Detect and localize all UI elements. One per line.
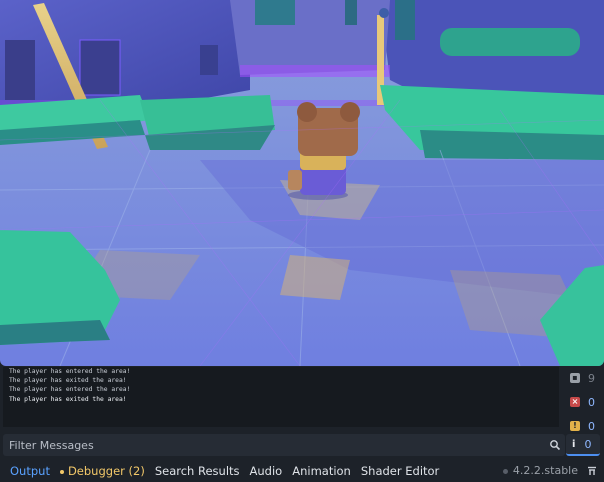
tab-search-results[interactable]: Search Results: [155, 464, 240, 478]
error-filter-toggle[interactable]: × 0: [566, 391, 600, 413]
scene-render: [0, 0, 604, 366]
tab-audio[interactable]: Audio: [250, 464, 283, 478]
filter-messages-input[interactable]: [9, 437, 539, 453]
output-panel: The player has entered the area! The pla…: [0, 366, 604, 482]
log-line: The player has exited the area!: [9, 395, 127, 403]
bottom-panel-tabs: Output Debugger (2) Search Results Audio…: [0, 460, 604, 482]
log-line: The player has exited the area!: [9, 377, 127, 385]
tab-debugger[interactable]: Debugger (2): [59, 464, 145, 478]
version-label: 4.2.2.stable: [502, 464, 578, 477]
tab-shader-editor[interactable]: Shader Editor: [361, 464, 439, 478]
3d-viewport[interactable]: [0, 0, 604, 366]
log-line: The player has entered the area!: [9, 386, 131, 394]
error-count: 0: [588, 395, 595, 409]
log-count: 9: [588, 371, 595, 385]
debugger-alert-dot: [59, 469, 64, 474]
log-filter-toggle[interactable]: ▪ 9: [566, 367, 600, 389]
update-status-dot: [502, 468, 508, 474]
info-filter-toggle[interactable]: i 0: [566, 434, 600, 456]
tab-animation[interactable]: Animation: [292, 464, 351, 478]
output-log[interactable]: The player has entered the area! The pla…: [3, 367, 559, 427]
version-text: 4.2.2.stable: [512, 464, 578, 477]
tab-debugger-label: Debugger (2): [67, 464, 145, 478]
error-icon: ×: [570, 397, 580, 407]
message-counters: ▪ 9 × 0 ! 0: [566, 367, 600, 439]
warning-icon: !: [570, 421, 580, 431]
pin-icon[interactable]: [586, 465, 598, 477]
info-count: 0: [584, 437, 592, 451]
warning-count: 0: [588, 419, 595, 433]
log-icon: ▪: [570, 373, 580, 383]
search-icon[interactable]: [549, 439, 561, 451]
filter-bar: [3, 434, 565, 456]
tab-output[interactable]: Output: [10, 464, 50, 478]
info-icon: i: [572, 438, 576, 450]
log-line: The player has entered the area!: [9, 368, 131, 375]
